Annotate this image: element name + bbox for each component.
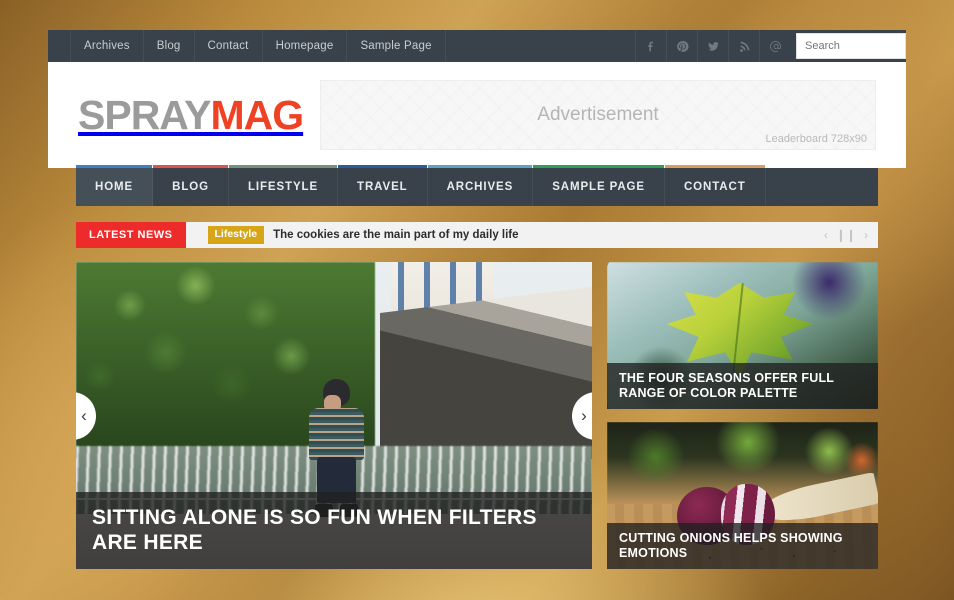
latest-news-ticker: LATEST NEWS Lifestyle The cookies are th…	[76, 222, 878, 248]
nav-item-blog[interactable]: BLOG	[153, 165, 229, 206]
card-caption-title[interactable]: THE FOUR SEASONS OFFER FULL RANGE OF COL…	[607, 362, 878, 409]
nav-item-label: TRAVEL	[357, 181, 408, 193]
advertisement-label: Advertisement	[537, 104, 659, 125]
search-input[interactable]	[796, 33, 906, 59]
pinterest-icon[interactable]	[666, 30, 697, 62]
nav-accent-bar	[533, 165, 664, 168]
nav-accent-bar	[338, 165, 427, 168]
top-bar-right	[635, 30, 906, 62]
nav-item-home[interactable]: HOME	[76, 165, 154, 206]
ticker-headline[interactable]: The cookies are the main part of my dail…	[273, 229, 518, 241]
ticker-controls: ‹ ❙❙ ›	[824, 222, 878, 248]
ticker-next-button[interactable]: ›	[864, 229, 868, 241]
nav-item-label: CONTACT	[683, 181, 746, 193]
nav-accent-bar	[664, 165, 765, 168]
ticker-pause-button[interactable]: ❙❙	[836, 229, 856, 241]
rss-icon[interactable]	[728, 30, 759, 62]
twitter-icon[interactable]	[697, 30, 728, 62]
logo-text-primary: SPRAY	[78, 91, 211, 138]
nav-item-archives[interactable]: ARCHIVES	[427, 165, 534, 206]
featured-grid: ‹ › SITTING ALONE IS SO FUN WHEN FILTERS…	[76, 262, 878, 569]
nav-item-label: ARCHIVES	[446, 181, 514, 193]
ticker-item[interactable]: Lifestyle The cookies are the main part …	[186, 222, 519, 248]
ticker-category-badge[interactable]: Lifestyle	[207, 226, 265, 244]
top-navigation: Archives Blog Contact Homepage Sample Pa…	[48, 30, 446, 62]
topnav-item-homepage[interactable]: Homepage	[263, 30, 348, 62]
featured-slider[interactable]: ‹ › SITTING ALONE IS SO FUN WHEN FILTERS…	[76, 262, 592, 569]
topnav-item-blog[interactable]: Blog	[144, 30, 195, 62]
featured-card-onions[interactable]: CUTTING ONIONS HELPS SHOWING EMOTIONS	[607, 422, 878, 569]
site-header: SPRAYMAG Advertisement Leaderboard 728x9…	[48, 62, 906, 168]
logo-text-secondary: MAG	[210, 91, 305, 138]
nav-item-sample-page[interactable]: SAMPLE PAGE	[533, 165, 665, 206]
main-navigation: HOME BLOG LIFESTYLE TRAVEL ARCHIVES SAMP…	[76, 165, 878, 206]
topnav-item-sample-page[interactable]: Sample Page	[347, 30, 446, 62]
nav-item-label: HOME	[95, 181, 134, 193]
topnav-item-contact[interactable]: Contact	[195, 30, 263, 62]
nav-item-contact[interactable]: CONTACT	[664, 165, 766, 206]
email-icon[interactable]	[759, 30, 790, 62]
card-caption-title[interactable]: CUTTING ONIONS HELPS SHOWING EMOTIONS	[607, 522, 878, 569]
top-utility-bar: Archives Blog Contact Homepage Sample Pa…	[48, 30, 906, 62]
topnav-item-archives[interactable]: Archives	[70, 30, 144, 62]
nav-accent-bar	[153, 165, 228, 168]
advertisement-banner[interactable]: Advertisement Leaderboard 728x90	[320, 80, 876, 150]
advertisement-size: Leaderboard 728x90	[765, 133, 867, 145]
featured-card-seasons[interactable]: THE FOUR SEASONS OFFER FULL RANGE OF COL…	[607, 262, 878, 409]
nav-item-label: LIFESTYLE	[247, 181, 319, 193]
featured-side-column: THE FOUR SEASONS OFFER FULL RANGE OF COL…	[607, 262, 878, 569]
nav-item-travel[interactable]: TRAVEL	[338, 165, 428, 206]
search-container	[790, 30, 906, 62]
nav-accent-bar	[76, 165, 153, 168]
nav-accent-bar	[228, 165, 338, 168]
slider-caption-title[interactable]: SITTING ALONE IS SO FUN WHEN FILTERS ARE…	[76, 491, 592, 569]
nav-item-lifestyle[interactable]: LIFESTYLE	[228, 165, 339, 206]
site-logo[interactable]: SPRAYMAG	[78, 91, 305, 138]
site-container: Archives Blog Contact Homepage Sample Pa…	[48, 30, 906, 569]
ticker-prev-button[interactable]: ‹	[824, 229, 828, 241]
ticker-label: LATEST NEWS	[76, 222, 186, 248]
nav-item-label: BLOG	[172, 181, 209, 193]
nav-item-label: SAMPLE PAGE	[552, 181, 645, 193]
facebook-icon[interactable]	[635, 30, 666, 62]
nav-accent-bar	[427, 165, 533, 168]
